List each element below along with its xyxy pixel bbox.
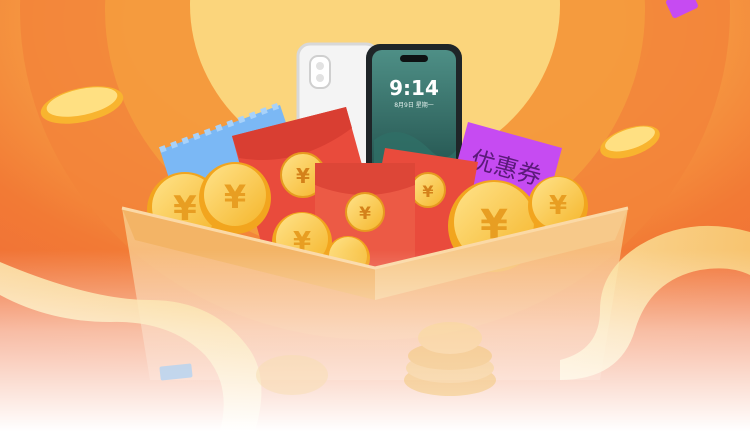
banner-illustration: 9:14 8月9日 星期一 优惠券 ¥ ¥ ¥ ¥ ¥ ¥ ¥ ¥ [0, 0, 750, 431]
promo-banner: 9:14 8月9日 星期一 优惠券 ¥ ¥ ¥ ¥ ¥ ¥ ¥ ¥ [0, 0, 750, 431]
red-packet-center-coin-symbol: ¥ [359, 204, 371, 224]
red-packet-left-coin-symbol: ¥ [296, 164, 310, 188]
red-packet-right-coin-symbol: ¥ [422, 182, 433, 201]
coin-right-small-symbol: ¥ [549, 191, 567, 221]
bottom-fade [0, 250, 750, 431]
phone-date: 8月9日 星期一 [394, 101, 434, 109]
coin-left-back: ¥ [199, 162, 271, 234]
coin-left-back-symbol: ¥ [224, 178, 246, 216]
phone-time: 9:14 [389, 76, 439, 100]
faint-coin [256, 355, 328, 395]
